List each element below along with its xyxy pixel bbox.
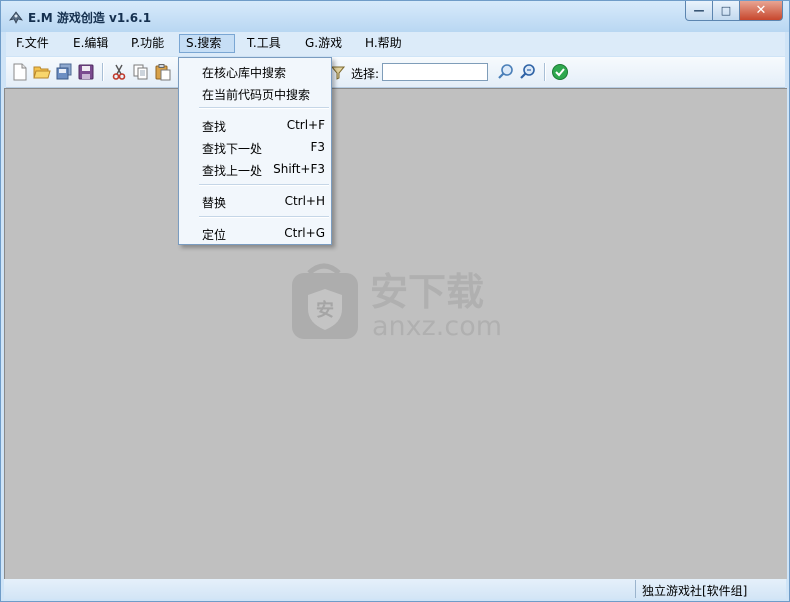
menu-item-label: 在核心库中搜索: [202, 66, 287, 80]
toolbar-separator: [544, 63, 546, 81]
toolbar-separator: [102, 63, 104, 81]
watermark-text-cn: 安下载: [370, 270, 484, 314]
menu-item-shortcut: Shift+F3: [273, 162, 325, 176]
select-label: 选择:: [351, 67, 380, 81]
watermark-logo: 安 安下载 anxz.com: [292, 263, 502, 341]
menu-function[interactable]: P.功能: [125, 34, 170, 53]
menu-separator: [199, 184, 329, 186]
close-icon: ✕: [755, 3, 767, 18]
paste-icon[interactable]: [154, 63, 172, 81]
menu-item-label: 替换: [202, 196, 227, 210]
menu-goto[interactable]: 定位 Ctrl+G: [179, 222, 331, 244]
watermark-badge: 安: [316, 299, 334, 321]
menu-find-previous[interactable]: 查找上一处 Shift+F3: [179, 158, 331, 180]
menu-item-label: 查找下一处: [202, 142, 263, 156]
menu-item-shortcut: F3: [310, 140, 325, 154]
save-icon[interactable]: [77, 63, 95, 81]
menu-item-label: 定位: [202, 228, 227, 242]
select-input[interactable]: [382, 63, 488, 81]
menu-file[interactable]: F.文件: [10, 34, 55, 53]
cut-icon[interactable]: [110, 63, 128, 81]
copy-icon[interactable]: [132, 63, 150, 81]
status-bar: 独立游戏社[软件组]: [4, 579, 786, 599]
search-next-icon[interactable]: [519, 63, 537, 81]
menu-item-label: 查找上一处: [202, 164, 263, 178]
save-all-icon[interactable]: [55, 63, 73, 81]
minimize-button[interactable]: —: [685, 1, 713, 21]
menu-item-label: 查找: [202, 120, 227, 134]
toolbar: 选择:: [6, 57, 785, 88]
menu-edit[interactable]: E.编辑: [67, 34, 114, 53]
menu-separator: [199, 107, 329, 109]
status-divider: [635, 580, 636, 598]
window-title: E.M 游戏创造 v1.6.1: [28, 11, 152, 25]
filter-icon[interactable]: [331, 63, 345, 81]
menu-item-shortcut: Ctrl+G: [284, 226, 325, 240]
menu-search[interactable]: S.搜索: [179, 34, 235, 53]
menu-tools[interactable]: T.工具: [241, 34, 287, 53]
maximize-icon: □: [720, 4, 732, 17]
menu-bar: F.文件 E.编辑 P.功能 S.搜索 T.工具 G.游戏 H.帮助: [6, 32, 785, 56]
menu-search-current-page[interactable]: 在当前代码页中搜索: [179, 82, 331, 104]
menu-item-shortcut: Ctrl+F: [286, 118, 325, 132]
check-icon[interactable]: [551, 63, 569, 81]
open-folder-icon[interactable]: [33, 63, 51, 81]
close-button[interactable]: ✕: [740, 1, 783, 21]
menu-find[interactable]: 查找 Ctrl+F: [179, 114, 331, 136]
status-text: 独立游戏社[软件组]: [642, 584, 748, 598]
menu-item-label: 在当前代码页中搜索: [202, 88, 311, 102]
app-icon: [9, 11, 23, 24]
editor-area[interactable]: 安 安下载 anxz.com: [4, 88, 787, 579]
menu-separator: [199, 216, 329, 218]
menu-replace[interactable]: 替换 Ctrl+H: [179, 190, 331, 212]
maximize-button[interactable]: □: [713, 1, 740, 21]
menu-find-next[interactable]: 查找下一处 F3: [179, 136, 331, 158]
minimize-icon: —: [693, 4, 705, 17]
menu-game[interactable]: G.游戏: [299, 34, 348, 53]
app-window: E.M 游戏创造 v1.6.1 — □ ✕ F.文件 E.编辑 P.功能 S.搜…: [0, 0, 790, 602]
new-file-icon[interactable]: [11, 63, 29, 81]
search-dropdown-menu: 在核心库中搜索 在当前代码页中搜索 查找 Ctrl+F 查找下一处 F3 查找上…: [178, 57, 332, 245]
watermark-text-en: anxz.com: [372, 311, 502, 341]
menu-help[interactable]: H.帮助: [359, 34, 408, 53]
title-bar[interactable]: E.M 游戏创造 v1.6.1 — □ ✕: [1, 1, 789, 32]
menu-item-shortcut: Ctrl+H: [284, 194, 325, 208]
window-controls: — □ ✕: [685, 1, 783, 21]
search-icon[interactable]: [497, 63, 515, 81]
menu-search-core-library[interactable]: 在核心库中搜索: [179, 60, 331, 82]
